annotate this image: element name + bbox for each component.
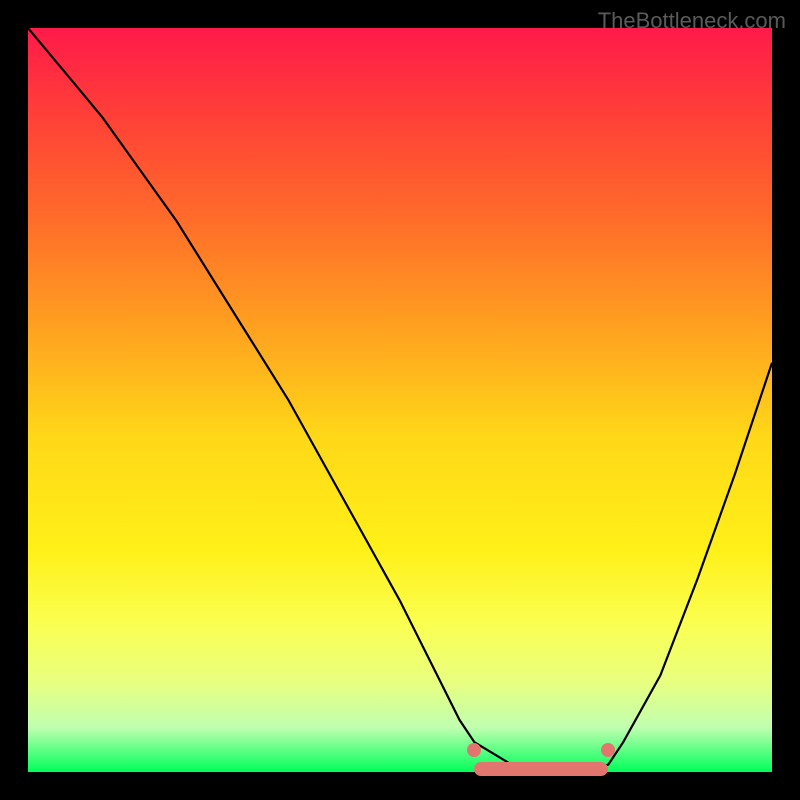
chart-plot-area — [28, 28, 772, 772]
optimal-marker-left — [467, 743, 481, 757]
optimal-marker-right — [601, 743, 615, 757]
watermark-text: TheBottleneck.com — [598, 8, 786, 34]
bottleneck-curve — [28, 28, 772, 772]
optimal-zone-band — [474, 762, 608, 776]
chart-curve-svg — [28, 28, 772, 772]
